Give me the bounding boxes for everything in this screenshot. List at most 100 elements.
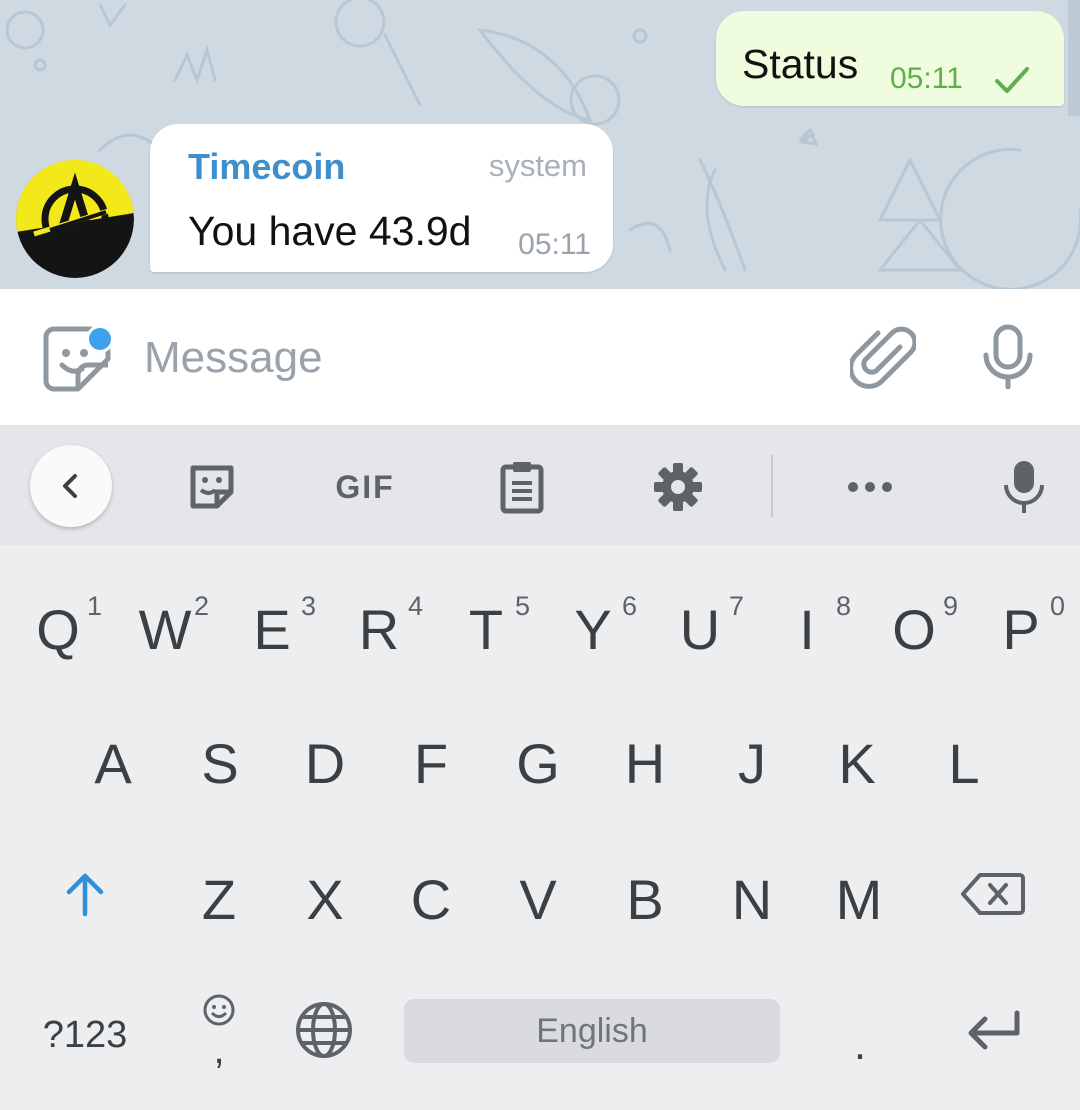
backspace-key[interactable] [943,839,1043,949]
key-label: B [626,867,664,931]
sender-avatar[interactable] [16,160,134,278]
space-key-label: English [536,1011,648,1050]
key-z[interactable]: Z [169,839,269,949]
paperclip-icon [848,326,918,389]
sticker-icon [190,465,234,509]
key-hint: 3 [300,591,316,621]
clipboard-button[interactable] [490,455,554,519]
message-input[interactable]: Message [144,333,323,383]
key-label: S [201,731,239,795]
chat-area: Status 05:11 Timecoin system You have 43… [0,0,1080,289]
key-label: . [853,1020,867,1069]
smiley-icon [203,994,235,1026]
key-q[interactable]: 1Q [8,569,108,679]
key-label: X [306,867,344,931]
key-t[interactable]: 5T [436,569,536,679]
key-hint: 8 [835,591,851,621]
toolbar-divider [771,455,773,517]
key-label: T [468,597,504,661]
scroll-indicator [1068,0,1080,116]
key-hint: 7 [728,591,744,621]
key-label: ?123 [42,1013,128,1056]
gif-label: GIF [335,468,395,505]
key-d[interactable]: D [275,703,375,813]
gif-button[interactable]: GIF [330,455,400,519]
microphone-icon [1004,461,1044,513]
key-n[interactable]: N [702,839,802,949]
attach-button[interactable] [848,323,918,389]
key-label: , [213,1027,225,1072]
key-r[interactable]: 4R [329,569,429,679]
message-sender-name[interactable]: Timecoin [188,146,345,188]
key-label: M [835,867,883,931]
key-j[interactable]: J [702,703,802,813]
message-composer: Message [0,289,1080,425]
comma-emoji-key[interactable]: , [169,975,269,1085]
key-s[interactable]: S [170,703,270,813]
key-f[interactable]: F [381,703,481,813]
key-x[interactable]: X [275,839,375,949]
key-i[interactable]: 8I [757,569,857,679]
keyboard: 1Q 2W 3E 4R 5T 6Y 7U 8I 9O 0P A S D F G … [0,545,1080,1110]
key-label: Q [36,597,80,661]
voice-typing-button[interactable] [992,455,1056,519]
key-e[interactable]: 3E [222,569,322,679]
key-y[interactable]: 6Y [543,569,643,679]
sender-tag: system [488,148,587,183]
outgoing-message[interactable]: Status 05:11 [716,11,1064,106]
outgoing-message-text: Status [742,41,859,87]
toolbar-collapse-button[interactable] [30,445,112,527]
enter-key[interactable] [943,975,1043,1085]
voice-message-button[interactable] [976,323,1040,390]
language-key[interactable] [274,975,374,1085]
period-key[interactable]: . [810,975,910,1085]
key-l[interactable]: L [914,703,1014,813]
key-label: O [892,597,936,661]
incoming-message[interactable]: Timecoin system You have 43.9d 05:11 [150,124,613,272]
key-label: P [1002,597,1040,661]
sticker-keyboard-button[interactable] [180,455,244,519]
key-a[interactable]: A [63,703,163,813]
key-c[interactable]: C [381,839,481,949]
clipboard-icon [500,462,544,514]
more-options-button[interactable] [838,455,902,519]
backspace-icon [961,873,1025,915]
shift-key[interactable] [35,839,135,949]
key-label: V [519,867,557,931]
more-horizontal-icon [848,482,892,492]
key-label: A [94,731,132,795]
key-label: J [738,731,766,795]
key-label: N [731,867,773,931]
space-key[interactable]: English [404,999,780,1063]
key-hint: 4 [407,591,423,621]
key-label: K [838,731,876,795]
key-p[interactable]: 0P [971,569,1071,679]
globe-icon [296,1002,352,1058]
key-label: U [679,597,721,661]
symbols-key[interactable]: ?123 [35,975,135,1085]
key-label: I [799,597,815,661]
notification-dot [86,325,114,353]
key-label: G [516,731,560,795]
key-label: R [358,597,400,661]
key-o[interactable]: 9O [864,569,964,679]
keyboard-toolbar: GIF [0,425,1080,545]
key-b[interactable]: B [595,839,695,949]
key-w[interactable]: 2W [115,569,215,679]
key-hint: 2 [193,591,209,621]
key-h[interactable]: H [595,703,695,813]
key-k[interactable]: K [807,703,907,813]
key-label: Z [201,867,237,931]
read-check-icon [995,67,1029,93]
incoming-message-time: 05:11 [518,228,591,261]
settings-button[interactable] [646,455,710,519]
key-u[interactable]: 7U [650,569,750,679]
key-m[interactable]: M [809,839,909,949]
key-hint: 6 [621,591,637,621]
shift-arrow-icon [66,873,104,917]
key-g[interactable]: G [488,703,588,813]
key-label: D [304,731,346,795]
key-hint: 0 [1049,591,1065,621]
key-v[interactable]: V [488,839,588,949]
key-label: W [138,597,192,661]
